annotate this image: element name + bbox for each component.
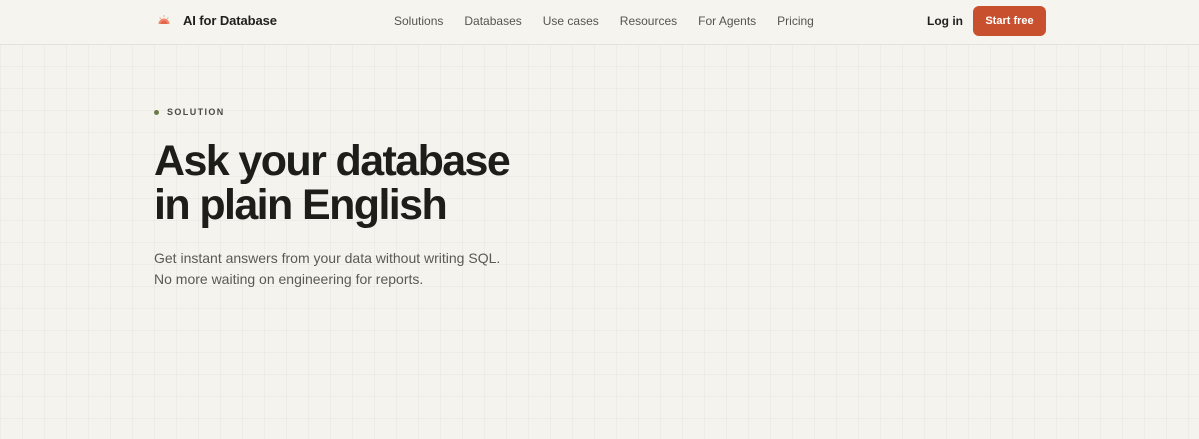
- nav-link-solutions[interactable]: Solutions: [394, 13, 443, 29]
- sunrise-logo-icon: [158, 15, 170, 24]
- nav-link-databases[interactable]: Databases: [464, 13, 521, 29]
- nav-link-use-cases[interactable]: Use cases: [543, 13, 599, 29]
- hero-description: Get instant answers from your data witho…: [154, 248, 554, 290]
- brand-name: AI for Database: [183, 13, 277, 28]
- eyebrow-dot-icon: [154, 109, 159, 115]
- hero-section: SOLUTION Ask your database in plain Engl…: [154, 106, 574, 290]
- brand-logo-link[interactable]: AI for Database: [157, 12, 277, 30]
- start-free-button[interactable]: Start free: [973, 6, 1046, 36]
- eyebrow: SOLUTION: [154, 106, 574, 118]
- main-nav: Solutions Databases Use cases Resources …: [394, 13, 814, 29]
- login-link[interactable]: Log in: [927, 13, 963, 29]
- nav-link-pricing[interactable]: Pricing: [777, 13, 814, 29]
- hero-description-line-1: Get instant answers from your data witho…: [154, 250, 501, 266]
- page-title: Ask your database in plain English: [154, 139, 574, 227]
- headline-line-1: Ask your database: [154, 137, 511, 185]
- eyebrow-label: SOLUTION: [167, 107, 225, 117]
- site-header: AI for Database Solutions Databases Use …: [0, 0, 1199, 45]
- nav-link-resources[interactable]: Resources: [620, 13, 677, 29]
- headline-line-2: in plain English: [154, 181, 448, 229]
- nav-link-for-agents[interactable]: For Agents: [698, 13, 756, 29]
- hero-description-line-2: No more waiting on engineering for repor…: [154, 271, 424, 287]
